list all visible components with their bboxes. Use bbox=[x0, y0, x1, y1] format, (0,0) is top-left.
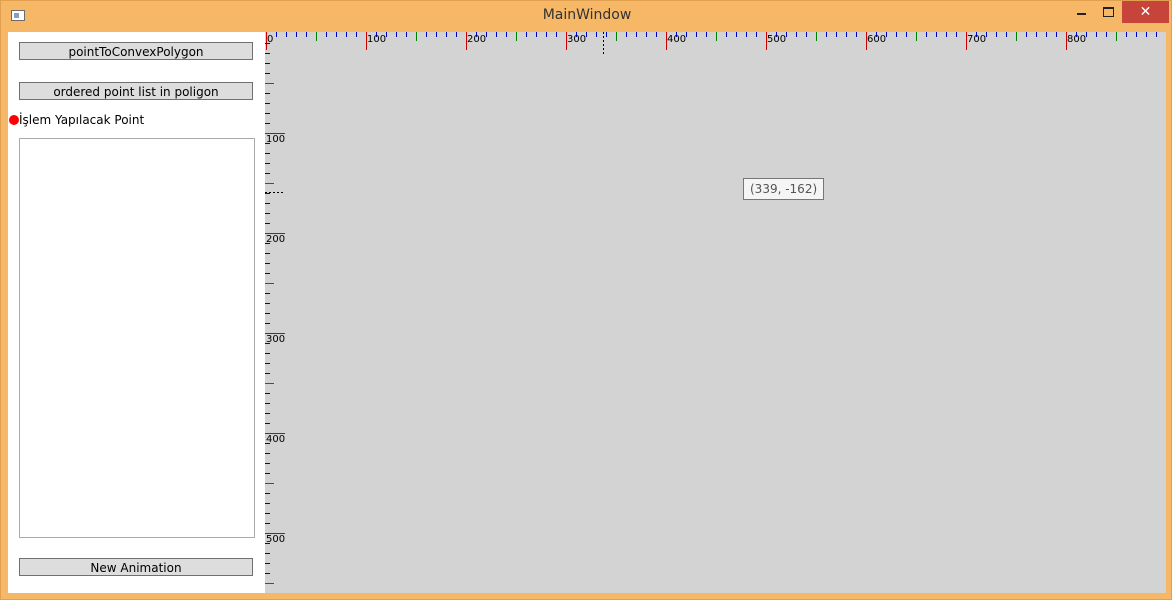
main-window: MainWindow ✕ pointToConvexPolygon ordere… bbox=[0, 0, 1172, 600]
ordered-point-list-button[interactable]: ordered point list in poligon bbox=[19, 82, 253, 100]
left-ruler-label: 200 bbox=[266, 234, 285, 245]
top-ruler-label: 300 bbox=[567, 34, 586, 45]
canvas-rulers: 0 100 200 300 400 500 600 700 800100200300400500 bbox=[265, 32, 1157, 584]
client-area: pointToConvexPolygon ordered point list … bbox=[8, 32, 1166, 593]
top-ruler-label: 700 bbox=[967, 34, 986, 45]
title-bar[interactable]: MainWindow ✕ bbox=[1, 1, 1171, 31]
minimize-icon bbox=[1077, 13, 1086, 15]
left-ruler-label: 400 bbox=[266, 434, 285, 445]
maximize-icon bbox=[1103, 7, 1114, 17]
point-to-convex-polygon-button[interactable]: pointToConvexPolygon bbox=[19, 42, 253, 60]
top-ruler-label: 200 bbox=[467, 34, 486, 45]
point-list-box[interactable] bbox=[19, 138, 255, 538]
close-button[interactable]: ✕ bbox=[1122, 1, 1169, 23]
top-ruler-label: 800 bbox=[1067, 34, 1086, 45]
coordinate-tooltip: (339, -162) bbox=[743, 178, 825, 200]
window-title: MainWindow bbox=[542, 7, 632, 23]
left-ruler-label: 500 bbox=[266, 534, 285, 545]
maximize-button[interactable] bbox=[1095, 1, 1119, 23]
minimize-button[interactable] bbox=[1069, 1, 1093, 23]
left-ruler-label: 300 bbox=[266, 334, 285, 345]
close-icon: ✕ bbox=[1139, 4, 1152, 20]
top-ruler-label: 500 bbox=[767, 34, 786, 45]
point-label: İşlem Yapılacak Point bbox=[19, 113, 145, 127]
top-ruler-label: 400 bbox=[667, 34, 686, 45]
new-animation-button[interactable]: New Animation bbox=[19, 558, 253, 576]
point-marker-icon[interactable] bbox=[9, 115, 19, 125]
top-ruler-label: 100 bbox=[367, 34, 386, 45]
top-ruler-label: 600 bbox=[867, 34, 886, 45]
left-ruler-label: 100 bbox=[266, 134, 285, 145]
drawing-canvas[interactable]: 0 100 200 300 400 500 600 700 800 100 200 300 400 500… bbox=[265, 32, 1166, 593]
